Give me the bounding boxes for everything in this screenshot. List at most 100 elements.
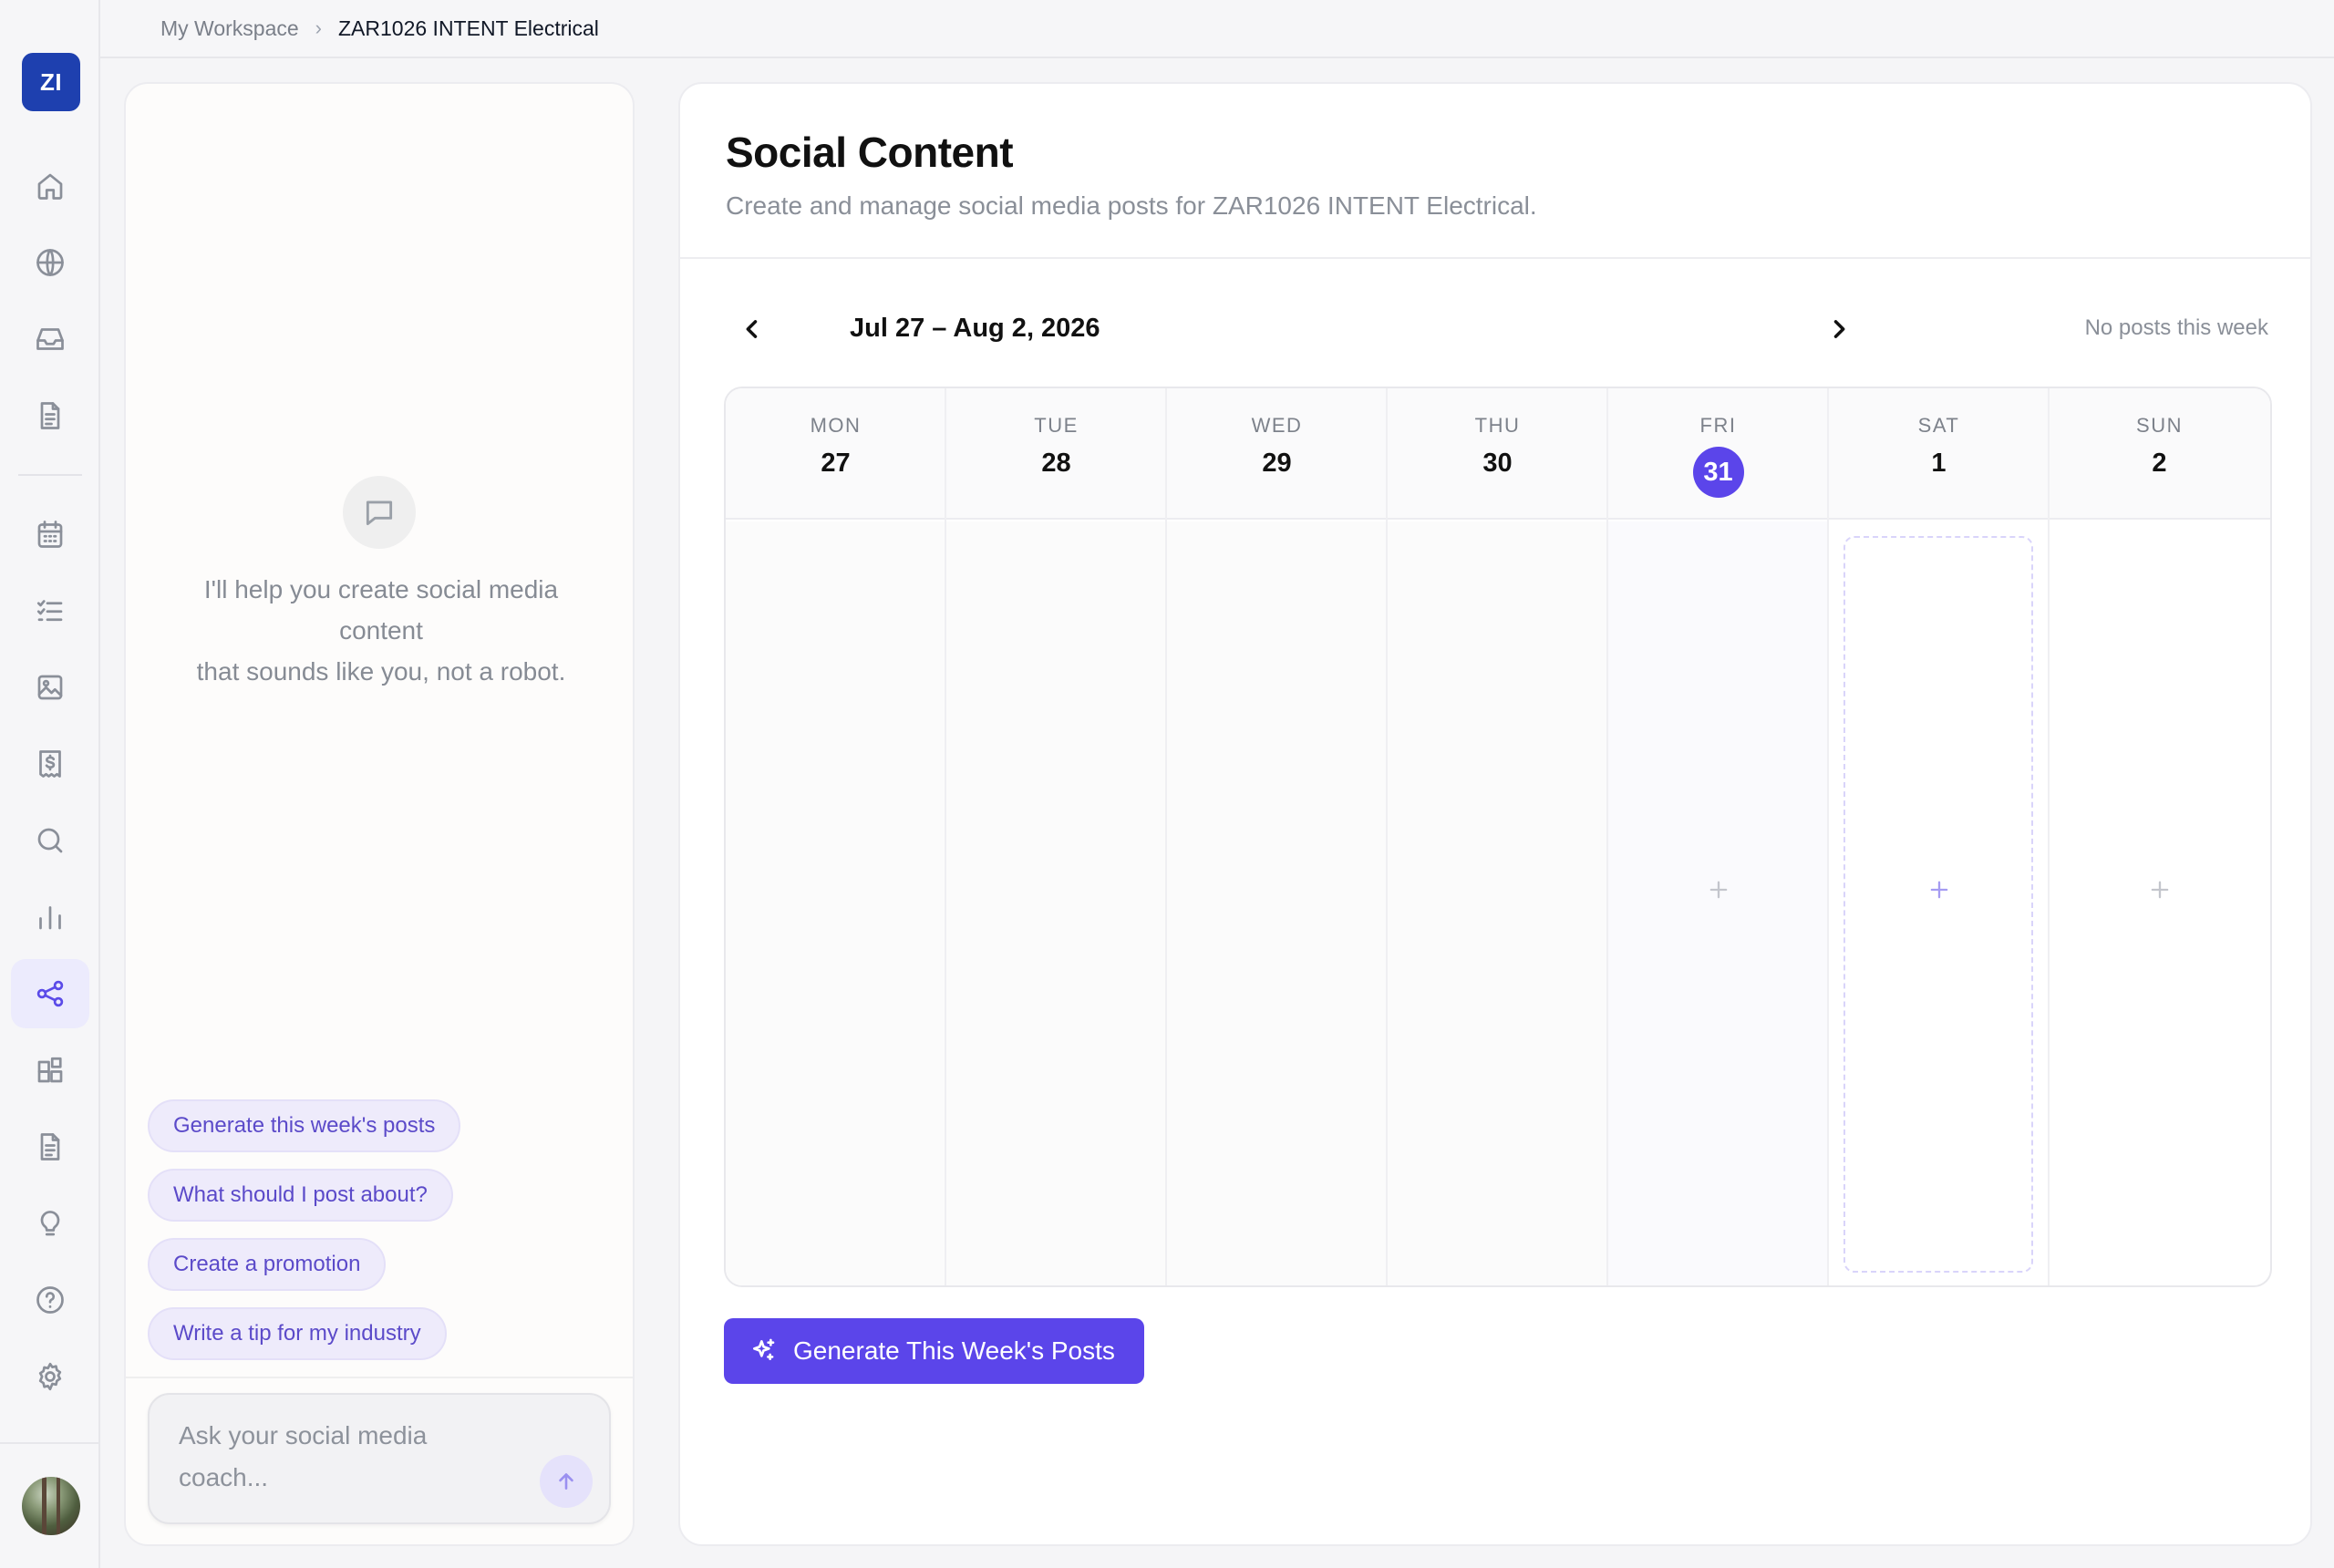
- rail-search[interactable]: [11, 806, 89, 875]
- day-column-fri[interactable]: [1608, 521, 1828, 1285]
- day-number: 2: [2152, 449, 2167, 478]
- document-icon: [40, 402, 60, 429]
- breadcrumb-current: ZAR1026 INTENT Electrical: [338, 15, 599, 40]
- rail-integrations[interactable]: [11, 1036, 89, 1105]
- sparkles-icon: [753, 1338, 775, 1360]
- rail-home[interactable]: [11, 151, 89, 221]
- add-post-button[interactable]: [2142, 872, 2178, 908]
- chat-placeholder-icon-wrap: [343, 476, 416, 549]
- globe-icon: [36, 249, 64, 276]
- rail-bottom-separator: [0, 1442, 100, 1444]
- rail-inbox[interactable]: [11, 304, 89, 374]
- send-button[interactable]: [540, 1455, 593, 1508]
- calendar-icon: [37, 521, 63, 548]
- day-header-sun: SUN 2: [2050, 388, 2269, 520]
- day-column-sun[interactable]: [2050, 521, 2269, 1285]
- suggestion-chip[interactable]: Generate this week's posts: [148, 1099, 461, 1152]
- column-divider: [945, 388, 946, 1285]
- chat-intro-text: I'll help you create social media conten…: [162, 569, 600, 692]
- day-name: WED: [1251, 414, 1303, 437]
- suggestion-chip[interactable]: What should I post about?: [148, 1169, 453, 1222]
- day-name: TUE: [1034, 414, 1079, 437]
- plus-icon: [1709, 881, 1727, 899]
- share-icon: [36, 980, 64, 1007]
- column-divider: [2048, 388, 2050, 1285]
- day-number: 1: [1931, 449, 1947, 478]
- home-icon: [37, 173, 63, 200]
- rail-invoices[interactable]: [11, 729, 89, 799]
- day-number: 30: [1482, 449, 1513, 478]
- day-column-wed: [1167, 521, 1387, 1285]
- rail-tasks[interactable]: [11, 576, 89, 645]
- image-icon: [37, 675, 63, 700]
- previous-week-button[interactable]: [729, 306, 775, 352]
- invoice-icon: [39, 750, 61, 778]
- rail-separator: [18, 474, 82, 476]
- week-calendar: MON 27 TUE 28 WED 29 THU 30 FRI 31 SAT 1…: [724, 387, 2272, 1287]
- social-content-panel: Social Content Create and manage social …: [678, 82, 2312, 1546]
- day-column-thu: [1388, 521, 1607, 1285]
- day-column-sat[interactable]: [1829, 521, 2049, 1285]
- workspace-badge[interactable]: ZI: [22, 53, 80, 111]
- today-badge: 31: [1692, 447, 1744, 498]
- rail-media[interactable]: [11, 653, 89, 722]
- generate-button-label: Generate This Week's Posts: [793, 1336, 1115, 1365]
- day-column-tue: [946, 521, 1166, 1285]
- chat-intro-line: that sounds like you, not a robot.: [196, 657, 566, 686]
- gear-icon: [38, 1362, 62, 1391]
- chevron-left-icon: [746, 320, 758, 338]
- social-coach-chat: I'll help you create social media conten…: [124, 82, 635, 1546]
- rail-calendar[interactable]: [11, 500, 89, 569]
- suggestion-chip[interactable]: Create a promotion: [148, 1238, 387, 1291]
- suggestion-chip[interactable]: Write a tip for my industry: [148, 1307, 447, 1360]
- bar-chart-icon: [39, 906, 61, 930]
- page-title: Social Content: [726, 129, 1014, 176]
- breadcrumb: My Workspace › ZAR1026 INTENT Electrical: [100, 0, 2334, 58]
- column-divider: [1827, 388, 1829, 1285]
- column-divider: [1165, 388, 1167, 1285]
- week-range-label: Jul 27 – Aug 2, 2026: [850, 314, 1100, 343]
- generate-week-posts-button[interactable]: Generate This Week's Posts: [724, 1318, 1144, 1384]
- breadcrumb-workspace[interactable]: My Workspace: [160, 16, 299, 41]
- search-icon: [37, 828, 63, 853]
- day-header-mon: MON 27: [726, 388, 945, 520]
- rail-help[interactable]: [11, 1265, 89, 1335]
- widgets-icon: [37, 1057, 63, 1083]
- arrow-up-icon: [559, 1473, 573, 1490]
- checklist-icon: [36, 600, 63, 622]
- column-divider: [1386, 388, 1388, 1285]
- user-avatar[interactable]: [22, 1477, 80, 1535]
- rail-ideas[interactable]: [11, 1189, 89, 1258]
- week-status: No posts this week: [2084, 315, 2268, 340]
- day-number: 28: [1041, 449, 1071, 478]
- help-icon: [36, 1286, 64, 1314]
- day-header-thu: THU 30: [1388, 388, 1607, 520]
- chat-intro-line: I'll help you create social media: [203, 575, 559, 603]
- rail-settings[interactable]: [11, 1342, 89, 1411]
- chat-divider: [126, 1377, 633, 1378]
- chat-input-box: [148, 1393, 611, 1524]
- day-name: SAT: [1917, 414, 1960, 437]
- rail-social[interactable]: [11, 959, 89, 1028]
- chevron-right-icon: ›: [315, 16, 322, 39]
- add-post-button[interactable]: [1700, 872, 1737, 908]
- day-header-fri: FRI 31: [1608, 388, 1828, 520]
- day-header-sat: SAT 1: [1829, 388, 2049, 520]
- day-name: SUN: [2136, 414, 2183, 437]
- plus-icon: [2151, 881, 2168, 899]
- icon-rail: ZI: [0, 0, 100, 1568]
- day-header-wed: WED 29: [1167, 388, 1387, 520]
- day-name: MON: [810, 414, 862, 437]
- rail-documents[interactable]: [11, 381, 89, 450]
- page-subtitle: Create and manage social media posts for…: [726, 191, 1537, 220]
- next-week-button[interactable]: [1816, 306, 1862, 352]
- chevron-right-icon: [1833, 320, 1845, 338]
- rail-website[interactable]: [11, 228, 89, 297]
- header-divider: [680, 257, 2310, 259]
- rail-notes[interactable]: [11, 1112, 89, 1181]
- rail-analytics[interactable]: [11, 882, 89, 952]
- add-post-button[interactable]: [1921, 872, 1957, 908]
- day-name: THU: [1474, 414, 1521, 437]
- inbox-icon: [36, 328, 64, 350]
- chat-message-input[interactable]: [179, 1415, 507, 1506]
